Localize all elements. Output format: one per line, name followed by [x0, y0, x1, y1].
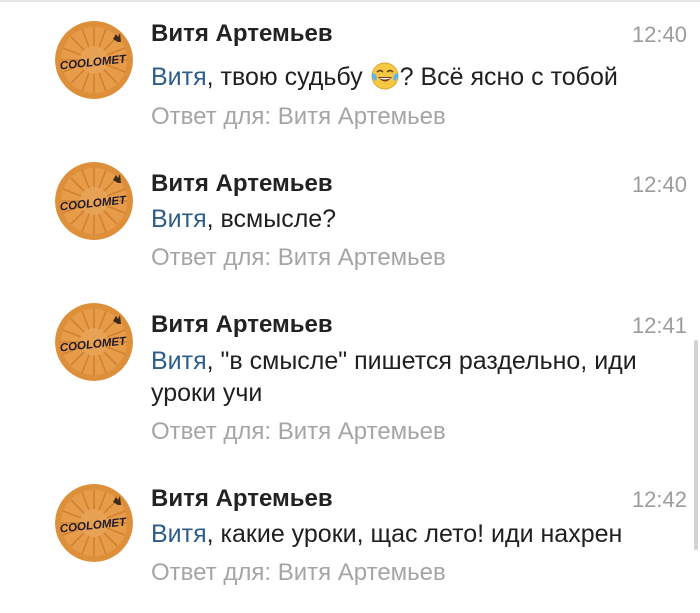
avatar[interactable]: COOLOMET	[55, 484, 133, 562]
top-divider	[0, 0, 700, 2]
avatar[interactable]: COOLOMET	[55, 21, 133, 99]
sender-name[interactable]: Витя Артемьев	[151, 170, 333, 198]
message-time: 12:40	[631, 22, 687, 47]
message-text-part: ? Всё ясно с тобой	[399, 63, 618, 91]
message-text-part: , "в смысле" пишется раздельно, иди урок…	[151, 347, 637, 407]
message-text: Витя, всмысле?	[151, 203, 681, 235]
reply-indicator[interactable]: Ответ для: Витя Артемьев	[151, 559, 446, 587]
message-text-part: , всмысле?	[206, 205, 337, 233]
message-text: Витя, какие уроки, щас лето! иди нахрен	[151, 518, 681, 550]
message-text: Витя, "в смысле" пишется раздельно, иди …	[151, 345, 681, 409]
message-text-part: , твою судьбу	[206, 63, 370, 91]
message-text-part: , какие уроки, щас лето! иди нахрен	[206, 520, 623, 548]
sender-name[interactable]: Витя Артемьев	[151, 485, 333, 513]
reply-indicator[interactable]: Ответ для: Витя Артемьев	[151, 244, 446, 272]
avatar[interactable]: COOLOMET	[55, 303, 133, 381]
mention-link[interactable]: Витя	[151, 347, 207, 375]
scrollbar-thumb[interactable]	[694, 340, 698, 550]
reply-indicator[interactable]: Ответ для: Витя Артемьев	[151, 103, 446, 131]
face-with-tears-of-joy-icon	[371, 62, 399, 90]
message-time: 12:42	[631, 487, 687, 512]
message-time: 12:41	[631, 313, 687, 338]
mention-link[interactable]: Витя	[151, 520, 207, 548]
reply-indicator[interactable]: Ответ для: Витя Артемьев	[151, 418, 446, 446]
mention-link[interactable]: Витя	[151, 63, 207, 91]
sender-name[interactable]: Витя Артемьев	[151, 20, 333, 48]
message-time: 12:40	[631, 172, 687, 197]
mention-link[interactable]: Витя	[151, 205, 207, 233]
sender-name[interactable]: Витя Артемьев	[151, 311, 333, 339]
message-text: Витя, твою судьбу ? Всё ясно с тобой	[151, 61, 681, 93]
avatar[interactable]: COOLOMET	[55, 162, 133, 240]
